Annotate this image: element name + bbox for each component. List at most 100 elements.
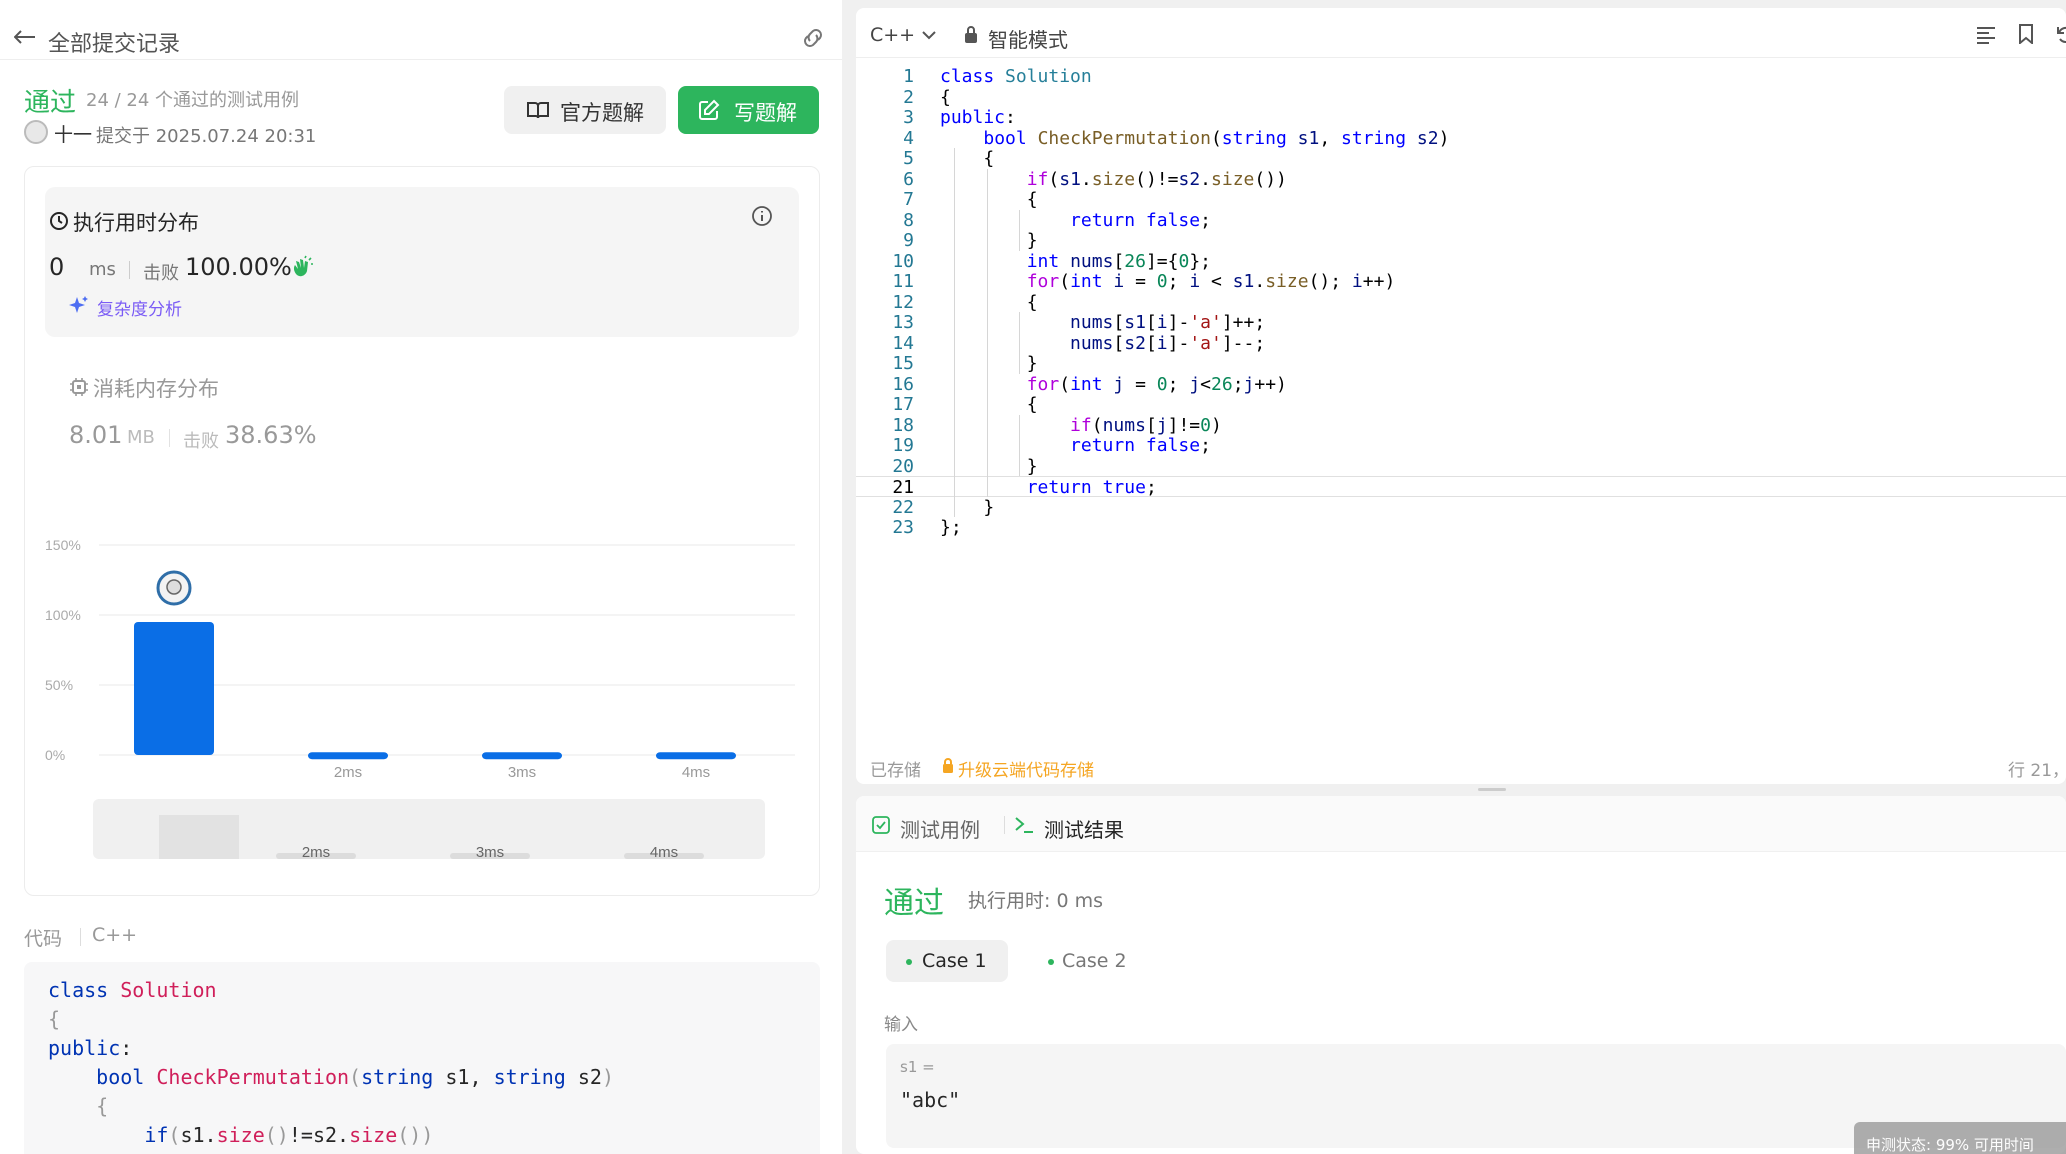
submitted-code-preview: class Solution {public: bool CheckPermuta… [24, 962, 820, 1154]
code-line[interactable]: 5 { [856, 148, 2066, 169]
code-line[interactable]: 6 if(s1.size()!=s2.size()) [856, 169, 2066, 190]
code-line[interactable]: 14 nums[s2[i]-'a']--; [856, 333, 2066, 354]
chip-icon [70, 378, 88, 396]
line-code: int nums[26]={0}; [1026, 250, 1211, 272]
user-name[interactable]: 十一 [54, 120, 92, 147]
code-line[interactable]: 10 int nums[26]={0}; [856, 251, 2066, 272]
code-line[interactable]: 12 { [856, 292, 2066, 313]
code-line[interactable]: 8 return false; [856, 210, 2066, 231]
smart-mode-toggle[interactable]: 智能模式 [988, 24, 1068, 53]
status-pass: 通过 [24, 88, 77, 118]
line-number: 13 [892, 312, 914, 333]
code-line[interactable]: 16 for(int j = 0; j<26;j++) [856, 374, 2066, 395]
result-status: 通过 [884, 886, 944, 921]
lock-icon [965, 26, 977, 43]
performance-card: 执行用时分布 0 ms 击败 100.00% 复杂度分析 消耗内存分布 8.01… [24, 166, 820, 896]
memory-beat-value: 38.63% [225, 421, 317, 449]
line-number: 17 [892, 394, 914, 415]
memory-value: 8.01 [69, 421, 123, 449]
code-line[interactable]: 4 bool CheckPermutation(string s1, strin… [856, 128, 2066, 149]
passed-cases-count: 24 / 24 个通过的测试用例 [86, 90, 300, 111]
code-line[interactable]: 19 return false; [856, 435, 2066, 456]
info-icon[interactable] [751, 205, 773, 227]
code-line[interactable]: 1 class Solution [856, 66, 2066, 87]
code-editor-area[interactable]: 1 class Solution 2{3 public: 4 bool CheckPer… [856, 66, 2066, 710]
range-window [159, 815, 239, 859]
memory-title[interactable]: 消耗内存分布 [93, 373, 219, 403]
code-line[interactable]: 11 for(int i = 0; i < s1.size(); i++) [856, 271, 2066, 292]
line-code: }; [940, 517, 962, 538]
toast-text: 申测状态: 99% 可用时间 [1866, 1136, 2034, 1154]
cursor-position: 行 21， [2008, 761, 2066, 781]
runtime-title: 执行用时分布 [73, 211, 199, 235]
line-code: nums[s2[i]-'a']--; [1070, 332, 1266, 354]
code-preview-line: bool CheckPermutation(string s1, string … [96, 1065, 614, 1089]
link-icon[interactable] [800, 28, 826, 48]
chevron-down-icon[interactable] [922, 30, 936, 40]
line-code: return false; [1070, 209, 1211, 231]
bookmark-icon[interactable] [2018, 24, 2034, 44]
code-line[interactable]: 3 public: [856, 107, 2066, 128]
clap-icon [293, 255, 313, 277]
line-number: 11 [892, 271, 914, 292]
line-number: 1 [903, 66, 914, 87]
pass-dot-icon [906, 959, 912, 965]
code-language: C++ [92, 924, 138, 946]
saved-status: 已存储 [870, 761, 921, 781]
line-number: 23 [892, 517, 914, 538]
code-line[interactable]: 13 nums[s1[i]-'a']++; [856, 312, 2066, 333]
upgrade-cloud-storage-link[interactable]: 升级云端代码存储 [958, 756, 1094, 781]
indent-guide [1019, 414, 1020, 476]
results-tabs: 测试用例 测试结果 [856, 796, 2066, 852]
edit-icon [699, 99, 720, 120]
avatar-face [166, 579, 182, 595]
case-2-tab[interactable]: Case 2 [1036, 940, 1158, 982]
line-code: if(s1.size()!=s2.size()) [1026, 168, 1287, 190]
code-line[interactable]: 22 } [856, 497, 2066, 518]
line-number: 18 [892, 414, 914, 436]
code-line[interactable]: 20 } [856, 456, 2066, 477]
submission-panel: 全部提交记录 通过 24 / 24 个通过的测试用例 十一 提交于 2025.0… [0, 0, 842, 1154]
line-code: nums[s1[i]-'a']++; [1070, 312, 1266, 333]
mini-x-label: 3ms [476, 844, 504, 861]
code-line[interactable]: 15 } [856, 353, 2066, 374]
code-line[interactable]: 18 if(nums[j]!=0) [856, 415, 2066, 436]
code-line[interactable]: 17 { [856, 394, 2066, 415]
write-solution-button[interactable]: 写题解 [678, 86, 819, 134]
official-solution-label: 官方题解 [560, 101, 644, 125]
memory-beat-label: 击败 [183, 431, 219, 452]
code-line[interactable]: 7 { [856, 189, 2066, 210]
code-line[interactable]: 2{ [856, 87, 2066, 108]
case-2-label: Case 2 [1062, 950, 1127, 972]
book-icon [527, 102, 549, 119]
all-submissions-link[interactable]: 全部提交记录 [48, 26, 180, 58]
line-code: class Solution [940, 66, 1092, 87]
arrow-left-icon[interactable] [14, 30, 36, 44]
line-number: 9 [903, 230, 914, 251]
tab-testcase-label: 测试用例 [900, 818, 980, 842]
undo-icon[interactable] [2056, 26, 2066, 44]
line-code: public: [940, 107, 1016, 128]
code-line[interactable]: 23}; [856, 517, 2066, 538]
editor-statusbar: 已存储 升级云端代码存储 行 21， [856, 748, 2066, 784]
code-label: 代码 [24, 928, 63, 950]
avatar[interactable] [24, 120, 48, 144]
code-label-row: 代码 C++ [24, 924, 137, 951]
x-tick-label: 2ms [334, 764, 362, 781]
panel-resize-handle[interactable] [1478, 788, 1506, 791]
complexity-analysis-link[interactable]: 复杂度分析 [97, 295, 182, 320]
line-number: 8 [903, 209, 914, 231]
input-variable-name: s1 = [900, 1058, 935, 1076]
status-toast: 申测状态: 99% 可用时间 [1854, 1122, 2066, 1154]
official-solution-button[interactable]: 官方题解 [504, 86, 666, 134]
language-select[interactable]: C++ [870, 24, 915, 46]
checkbox-icon [872, 816, 890, 834]
format-icon[interactable] [1976, 26, 1996, 44]
code-line[interactable]: 21 return true; [856, 476, 2066, 498]
input-label: 输入 [884, 1015, 918, 1035]
terminal-icon [1015, 817, 1033, 833]
divider [129, 261, 130, 279]
code-line[interactable]: 9 } [856, 230, 2066, 251]
case-1-tab[interactable]: Case 1 [886, 940, 1008, 982]
y-tick-label: 50% [45, 677, 73, 693]
